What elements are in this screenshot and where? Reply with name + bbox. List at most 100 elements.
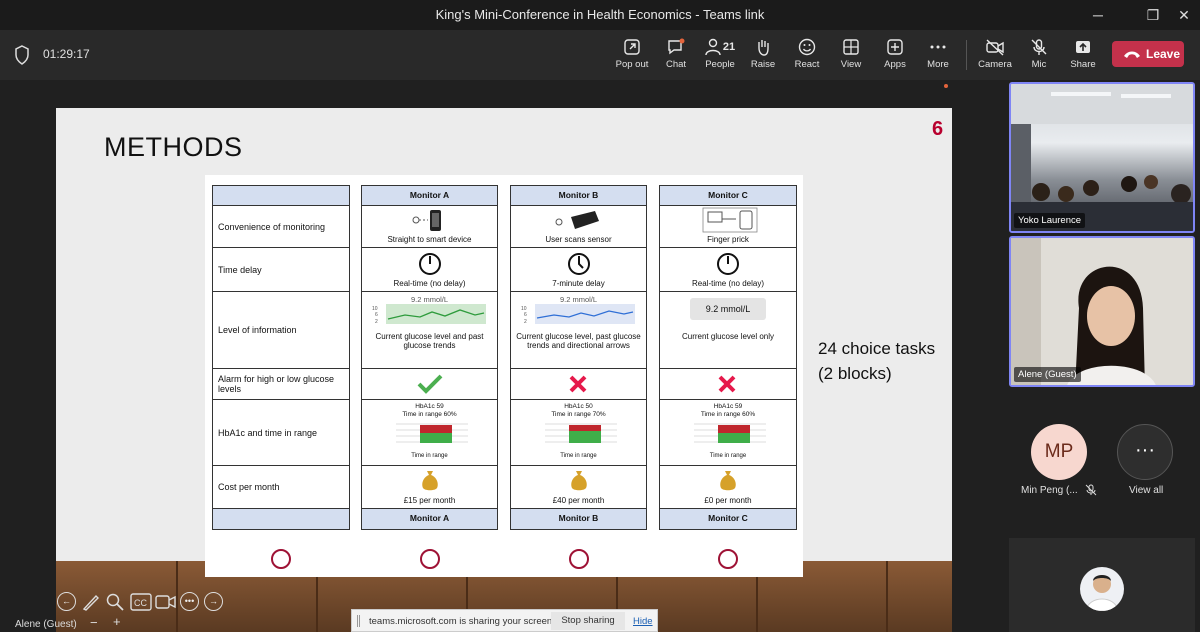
- participant-name-alene: Alene (Guest): [1014, 367, 1081, 382]
- monitor-b-tir: Time in range 70%: [551, 411, 606, 418]
- chat-button[interactable]: Chat: [655, 36, 697, 76]
- monitor-b-info: Current glucose level, past glucose tren…: [516, 332, 641, 350]
- glucose-trend-graph: 1062: [372, 304, 486, 325]
- cross-icon: [718, 375, 736, 393]
- monitor-a-info: Current glucose level and past glucose t…: [375, 332, 484, 350]
- view-all-button[interactable]: ···: [1117, 424, 1173, 480]
- participant-tile-alene[interactable]: Alene (Guest): [1009, 236, 1195, 387]
- camera-off-icon: [986, 39, 1004, 56]
- monitor-c-delay: Real-time (no delay): [691, 279, 765, 288]
- slide-number: 6: [932, 118, 944, 140]
- mic-button[interactable]: Mic: [1018, 36, 1060, 76]
- attribute-convenience: Convenience of monitoring: [213, 206, 349, 248]
- people-count: 21: [722, 41, 736, 53]
- people-label: People: [705, 59, 735, 70]
- monitor-a-header: Monitor A: [362, 186, 497, 206]
- view-all-label: View all: [1129, 485, 1164, 496]
- view-button[interactable]: View: [830, 36, 872, 76]
- monitor-b-info-value: 9.2 mmol/L: [559, 295, 598, 304]
- monitor-a-cost: £15 per month: [403, 496, 456, 505]
- speaker-video: [1011, 238, 1193, 385]
- time-in-range-bar: [396, 423, 468, 443]
- video-icon[interactable]: [155, 593, 177, 611]
- money-bag-icon: [720, 471, 736, 491]
- monitor-c-hba1c: HbA1c 59: [713, 403, 743, 410]
- zoom-out-button[interactable]: −: [90, 615, 98, 630]
- monitor-c-footer: Monitor C: [660, 509, 796, 529]
- clock-icon: [419, 253, 441, 275]
- apps-label: Apps: [884, 59, 906, 70]
- leave-button[interactable]: Leave: [1112, 41, 1184, 67]
- monitor-b-footer: Monitor B: [511, 509, 646, 529]
- screen-sharing-banner: teams.microsoft.com is sharing your scre…: [351, 609, 658, 632]
- monitor-b-delay: 7-minute delay: [552, 279, 605, 288]
- monitor-a-hba1c: HbA1c 59: [415, 403, 444, 410]
- monitor-b-cost: £40 per month: [552, 496, 605, 505]
- react-label: React: [794, 59, 820, 70]
- presenter-name: Alene (Guest): [15, 619, 77, 630]
- attribute-info: Level of information: [213, 292, 349, 369]
- monitor-a-column: Monitor A Straight to smart device Real-…: [361, 185, 498, 530]
- monitor-b-convenience: User scans sensor: [545, 235, 612, 244]
- zoom-icon[interactable]: [105, 592, 125, 612]
- monitor-b-tir-axis: Time in range: [560, 453, 597, 459]
- monitor-a-footer: Monitor A: [362, 509, 497, 529]
- previous-slide-button[interactable]: ←: [57, 592, 76, 611]
- more-button[interactable]: More: [917, 36, 959, 76]
- monitor-a-info-value: 9.2 mmol/L: [410, 295, 449, 304]
- sensor-scanner-icon: [555, 211, 599, 229]
- window-title: King's Mini-Conference in Health Economi…: [435, 7, 765, 22]
- chat-icon: [668, 38, 685, 55]
- participant-avatar-mp[interactable]: MP: [1031, 424, 1087, 480]
- close-window-button[interactable]: ✕: [1166, 0, 1200, 30]
- stop-sharing-button[interactable]: Stop sharing: [551, 612, 625, 630]
- hide-banner-link[interactable]: Hide: [633, 616, 653, 627]
- classroom-video: [1011, 84, 1193, 231]
- minimize-button[interactable]: ─: [1080, 0, 1116, 30]
- toolbar-divider: [966, 40, 967, 70]
- people-icon: [705, 38, 721, 56]
- smartphone-icon: [412, 210, 441, 231]
- chat-label: Chat: [665, 59, 687, 70]
- raise-label: Raise: [750, 59, 776, 70]
- meeting-timer: 01:29:17: [43, 47, 90, 61]
- pen-icon[interactable]: [81, 592, 101, 612]
- next-slide-button[interactable]: →: [204, 592, 223, 611]
- choice-task-card: Convenience of monitoring Time delay Lev…: [205, 175, 803, 577]
- captions-icon[interactable]: CC: [130, 593, 152, 611]
- choice-radio-none[interactable]: [271, 549, 291, 569]
- choice-radio-monitor-c[interactable]: [718, 549, 738, 569]
- choice-radio-monitor-a[interactable]: [420, 549, 440, 569]
- raise-hand-button[interactable]: Raise: [742, 36, 784, 76]
- share-icon: [1076, 41, 1090, 53]
- slide-more-button[interactable]: •••: [180, 592, 199, 611]
- monitor-a-tir-axis: Time in range: [411, 453, 448, 459]
- smiley-icon: [798, 38, 816, 56]
- zoom-in-button[interactable]: +: [113, 614, 121, 629]
- choice-tasks-text: 24 choice tasks (2 blocks): [818, 339, 936, 383]
- react-button[interactable]: React: [786, 36, 828, 76]
- monitor-c-info-value: 9.2 mmol/L: [690, 298, 766, 320]
- attribute-alarm: Alarm for high or low glucose levels: [213, 369, 349, 400]
- participant-tile-yoko[interactable]: Yoko Laurence: [1009, 82, 1195, 233]
- money-bag-icon: [422, 471, 438, 491]
- apps-button[interactable]: Apps: [874, 36, 916, 76]
- layout-icon: [843, 39, 859, 55]
- drag-handle-icon[interactable]: [357, 615, 360, 627]
- choice-radio-monitor-b[interactable]: [569, 549, 589, 569]
- hand-icon: [758, 40, 769, 56]
- popout-label: Pop out: [615, 59, 649, 70]
- attribute-hba1c: HbA1c and time in range: [213, 400, 349, 466]
- people-button[interactable]: 21 People: [696, 36, 744, 76]
- camera-label: Camera: [978, 59, 1012, 70]
- monitor-c-info: Current glucose level only: [681, 332, 775, 341]
- monitor-c-cost: £0 per month: [704, 496, 752, 505]
- self-avatar: [1080, 567, 1124, 611]
- share-button[interactable]: Share: [1062, 36, 1104, 76]
- clock-icon: [717, 253, 739, 275]
- mic-off-icon: [1085, 484, 1097, 496]
- leave-label: Leave: [1146, 47, 1181, 61]
- popout-button[interactable]: Pop out: [611, 36, 653, 76]
- participant-name-minpeng: Min Peng (...: [1021, 485, 1078, 496]
- camera-button[interactable]: Camera: [974, 36, 1016, 76]
